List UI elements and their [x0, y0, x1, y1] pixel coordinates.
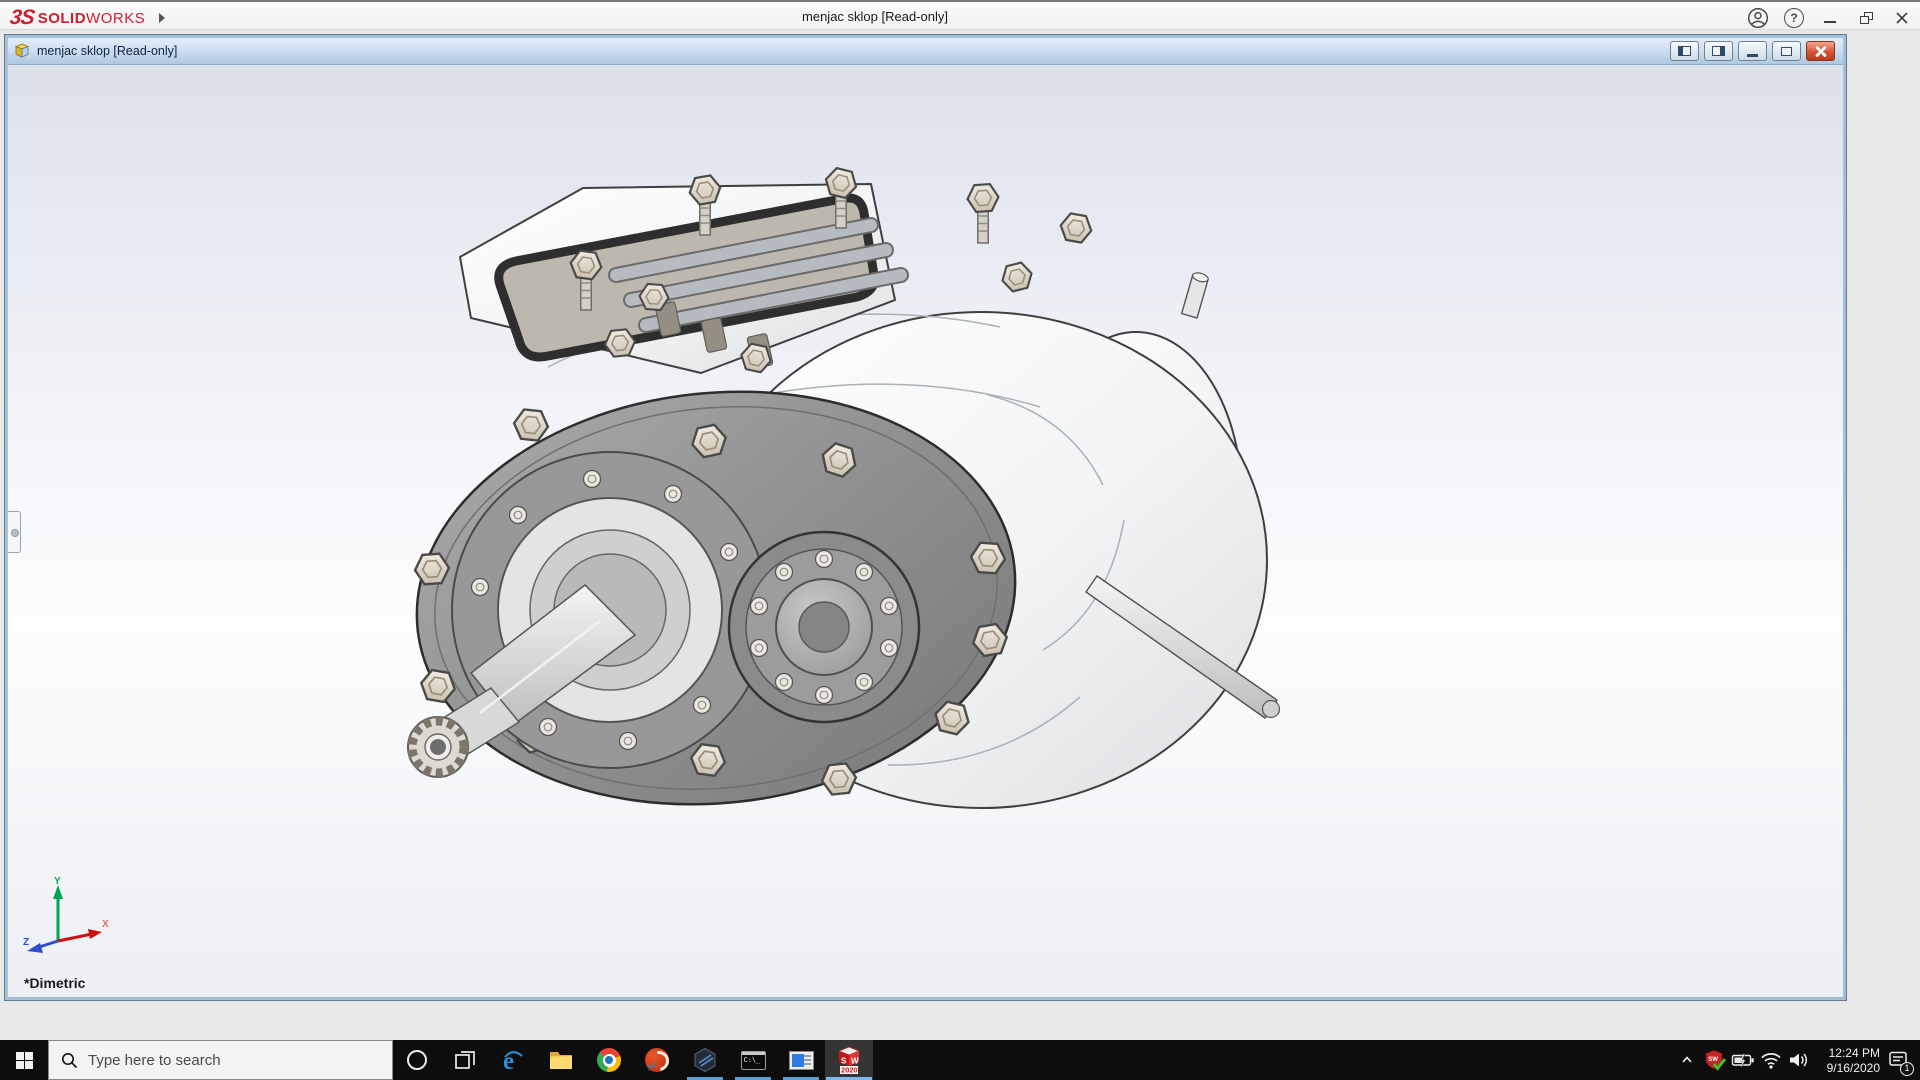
- taskbar-item-command-prompt[interactable]: C:\_: [729, 1040, 777, 1080]
- tray-solidworks-monitor[interactable]: SW: [1702, 1040, 1728, 1080]
- secondary-bearing-cover[interactable]: [727, 530, 921, 724]
- close-icon: [1896, 12, 1908, 24]
- chrome-icon: [597, 1048, 621, 1072]
- notification-count-badge: 1: [1900, 1062, 1914, 1076]
- taskbar-item-media-cutter[interactable]: ✂: [633, 1040, 681, 1080]
- svg-text:X: X: [102, 919, 109, 930]
- tray-clock[interactable]: 12:24 PM 9/16/2020: [1814, 1045, 1880, 1076]
- scissors-icon: ✂: [644, 1057, 661, 1076]
- start-button[interactable]: [0, 1040, 48, 1080]
- svg-text:S: S: [841, 1057, 847, 1066]
- speaker-icon: [1790, 1053, 1808, 1067]
- file-explorer-icon: [550, 1052, 572, 1069]
- windows-taskbar: e ✂ C:\_: [0, 1040, 1920, 1080]
- split-pane-left-button[interactable]: [1670, 41, 1699, 61]
- triad-y-axis: Y: [53, 876, 63, 941]
- 3d-viewport[interactable]: Y X Z *Dimetric: [8, 65, 1843, 997]
- doc-restore-icon: [1781, 46, 1792, 56]
- account-button[interactable]: [1740, 5, 1776, 31]
- svg-text:W: W: [851, 1057, 859, 1066]
- taskbar-item-solidworks[interactable]: S W 2020: [825, 1040, 873, 1080]
- taskbar-item-cortana[interactable]: [393, 1040, 441, 1080]
- clock-time: 12:24 PM: [1828, 1045, 1880, 1060]
- menu-expand-arrow-icon[interactable]: [159, 13, 166, 23]
- task-view-icon: [455, 1051, 475, 1069]
- triad-z-axis: Z: [23, 937, 59, 953]
- app-title: menjac sklop [Read-only]: [802, 9, 948, 24]
- help-icon: ?: [1784, 8, 1804, 28]
- app-window-controls: ?: [1740, 4, 1920, 32]
- doc-close-icon: [1815, 45, 1827, 57]
- split-left-icon: [1678, 46, 1691, 56]
- search-icon: [61, 1052, 78, 1068]
- svg-text:2020: 2020: [841, 1066, 858, 1075]
- solidworks-logo-icon: 3S: [8, 6, 36, 29]
- input-shaft-hub[interactable]: [407, 451, 769, 778]
- doc-minimize-icon: [1747, 54, 1758, 57]
- app-titlebar[interactable]: 3S SOLIDWORKS menjac sklop [Read-only] ?: [0, 0, 1920, 30]
- sw-shield-icon: SW: [1705, 1050, 1726, 1071]
- cortana-icon: [407, 1050, 427, 1070]
- close-button[interactable]: [1884, 5, 1920, 31]
- command-prompt-icon: C:\_: [740, 1050, 766, 1070]
- orientation-triad[interactable]: Y X Z: [20, 875, 112, 959]
- taskbar-item-edge[interactable]: e: [489, 1040, 537, 1080]
- tray-network[interactable]: [1758, 1040, 1784, 1080]
- gearbox-assembly-model[interactable]: [8, 65, 1843, 997]
- user-icon: [1747, 7, 1769, 29]
- taskbar-item-task-view[interactable]: [441, 1040, 489, 1080]
- battery-icon: [1731, 1053, 1754, 1067]
- triad-x-axis: X: [57, 919, 109, 943]
- split-pane-right-button[interactable]: [1704, 41, 1733, 61]
- edge-icon: e: [503, 1048, 523, 1073]
- assembly-document-icon: [14, 43, 30, 58]
- tray-volume[interactable]: [1786, 1040, 1812, 1080]
- brand-works: WORKS: [86, 9, 146, 27]
- action-center-button[interactable]: 1: [1882, 1040, 1916, 1080]
- clock-date: 9/16/2020: [1826, 1060, 1880, 1075]
- brand-name: SOLIDWORKS: [38, 10, 146, 27]
- solidworks-logo[interactable]: 3S SOLIDWORKS: [8, 6, 166, 30]
- svg-text:SW: SW: [1708, 1057, 1718, 1063]
- solidworks-app-window: 3S SOLIDWORKS menjac sklop [Read-only] ?: [0, 0, 1920, 1080]
- minimize-icon: [1824, 21, 1836, 23]
- document-titlebar[interactable]: menjac sklop [Read-only]: [8, 38, 1843, 65]
- search-input[interactable]: [88, 1051, 358, 1069]
- brand-solid: SOLID: [37, 9, 87, 27]
- tray-battery[interactable]: [1730, 1040, 1756, 1080]
- document-window-controls: [1670, 41, 1835, 61]
- doc-close-button[interactable]: [1806, 41, 1835, 61]
- taskbar-search-box[interactable]: [48, 1040, 393, 1080]
- restore-button[interactable]: [1848, 5, 1884, 31]
- document-window: menjac sklop [Read-only] Y X Z *Dimetric: [5, 35, 1846, 1000]
- top-output-stub-shaft[interactable]: [1180, 271, 1210, 319]
- svg-text:Y: Y: [54, 876, 61, 887]
- wifi-icon: [1761, 1053, 1781, 1069]
- restore-icon: [1859, 12, 1873, 24]
- hexagon-app-icon: [694, 1047, 716, 1073]
- media-player-icon: [788, 1050, 814, 1070]
- feature-manager-collapsed-tab[interactable]: [8, 511, 21, 553]
- spline-end: [407, 716, 469, 778]
- taskbar-item-file-explorer[interactable]: [537, 1040, 585, 1080]
- split-right-icon: [1712, 46, 1725, 56]
- taskbar-item-media-player[interactable]: [777, 1040, 825, 1080]
- svg-text:Z: Z: [23, 937, 29, 948]
- tray-show-hidden-icons[interactable]: [1674, 1040, 1700, 1080]
- minimize-button[interactable]: [1812, 5, 1848, 31]
- help-button[interactable]: ?: [1776, 5, 1812, 31]
- taskbar-item-chrome[interactable]: [585, 1040, 633, 1080]
- windows-logo-icon: [15, 1051, 33, 1069]
- document-title: menjac sklop [Read-only]: [37, 44, 178, 58]
- solidworks-taskbar-icon: S W 2020: [835, 1046, 863, 1075]
- doc-restore-button[interactable]: [1772, 41, 1801, 61]
- media-cutter-icon: ✂: [644, 1048, 669, 1076]
- chevron-up-icon: [1682, 1056, 1692, 1063]
- system-tray: SW 12:24 PM 9/16/2020 1: [1674, 1040, 1920, 1080]
- view-orientation-label: *Dimetric: [24, 975, 86, 991]
- doc-minimize-button[interactable]: [1738, 41, 1767, 61]
- taskbar-item-hexagon-app[interactable]: [681, 1040, 729, 1080]
